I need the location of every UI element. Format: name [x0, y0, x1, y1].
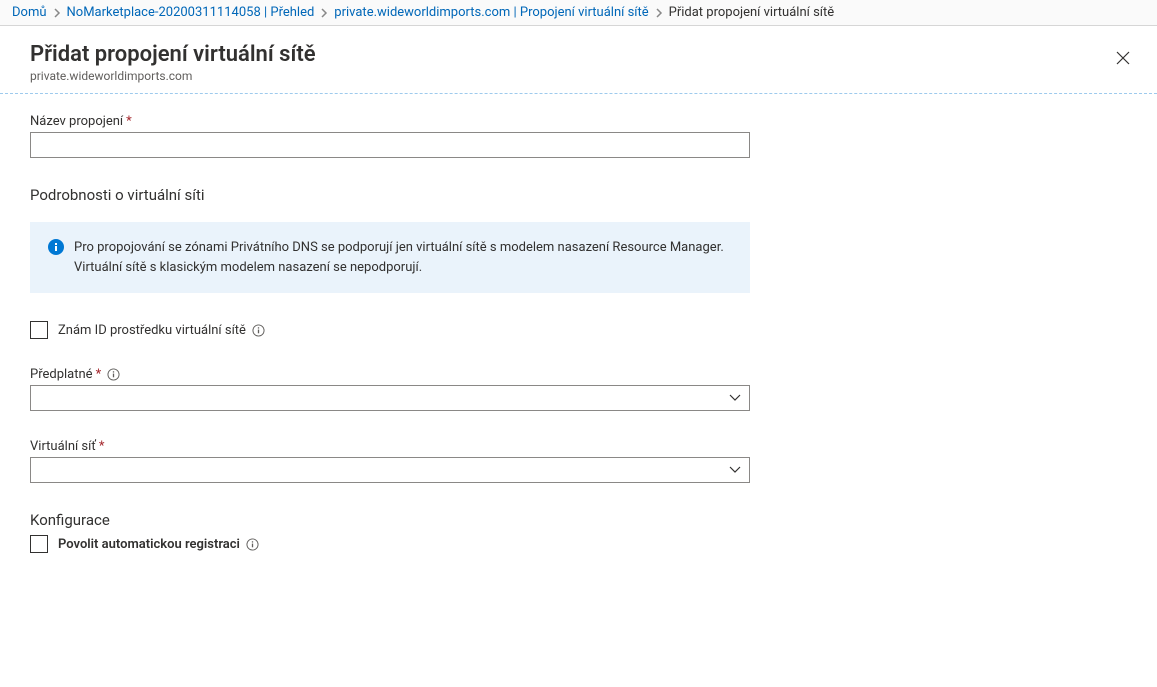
page-title: Přidat propojení virtuální sítě	[30, 42, 1107, 67]
vnet-select[interactable]	[30, 457, 750, 483]
link-name-label-text: Název propojení	[30, 114, 123, 129]
info-icon[interactable]	[107, 368, 120, 381]
info-icon[interactable]	[246, 538, 259, 551]
chevron-down-icon	[729, 463, 741, 478]
breadcrumb-link-marketplace[interactable]: NoMarketplace-20200311114058 | Přehled	[67, 5, 315, 20]
required-indicator: *	[126, 114, 132, 129]
panel-header: Přidat propojení virtuální sítě private.…	[0, 26, 1157, 94]
link-name-label: Název propojení *	[30, 114, 730, 129]
breadcrumb-link-dnszone[interactable]: private.wideworldimports.com | Propojení…	[334, 5, 648, 20]
form-content: Název propojení * Podrobnosti o virtuáln…	[0, 94, 760, 583]
chevron-right-icon	[53, 8, 61, 18]
vnet-label: Virtuální síť *	[30, 439, 730, 454]
required-indicator: *	[99, 439, 105, 454]
chevron-right-icon	[320, 8, 328, 18]
breadcrumb-link-home[interactable]: Domů	[12, 5, 47, 20]
info-icon	[48, 239, 64, 277]
field-know-resource-id: Znám ID prostředku virtuální sítě	[30, 321, 730, 339]
chevron-down-icon	[729, 391, 741, 406]
link-name-input[interactable]	[30, 132, 750, 158]
close-button[interactable]	[1107, 42, 1139, 74]
auto-register-checkbox[interactable]	[30, 535, 48, 553]
know-resource-id-label: Znám ID prostředku virtuální sítě	[58, 323, 246, 338]
info-icon[interactable]	[252, 324, 265, 337]
breadcrumb-current: Přidat propojení virtuální sítě	[669, 5, 835, 20]
field-link-name: Název propojení *	[30, 114, 730, 158]
field-vnet: Virtuální síť *	[30, 439, 730, 483]
subscription-label: Předplatné *	[30, 367, 730, 382]
required-indicator: *	[96, 367, 102, 382]
auto-register-label: Povolit automatickou registraci	[58, 537, 240, 552]
close-icon	[1116, 51, 1130, 65]
field-auto-register: Povolit automatickou registraci	[30, 535, 730, 553]
know-resource-id-checkbox[interactable]	[30, 321, 48, 339]
subscription-select[interactable]	[30, 385, 750, 411]
field-subscription: Předplatné *	[30, 367, 730, 411]
info-banner-text: Pro propojování se zónami Privátního DNS…	[74, 238, 732, 277]
vnet-section-heading: Podrobnosti o virtuální síti	[30, 186, 730, 204]
subscription-label-text: Předplatné	[30, 367, 93, 382]
page-subtitle: private.wideworldimports.com	[30, 69, 1107, 83]
breadcrumb: Domů NoMarketplace-20200311114058 | Přeh…	[0, 0, 1157, 26]
config-heading: Konfigurace	[30, 511, 730, 529]
vnet-label-text: Virtuální síť	[30, 439, 96, 454]
info-banner: Pro propojování se zónami Privátního DNS…	[30, 222, 750, 293]
chevron-right-icon	[655, 8, 663, 18]
